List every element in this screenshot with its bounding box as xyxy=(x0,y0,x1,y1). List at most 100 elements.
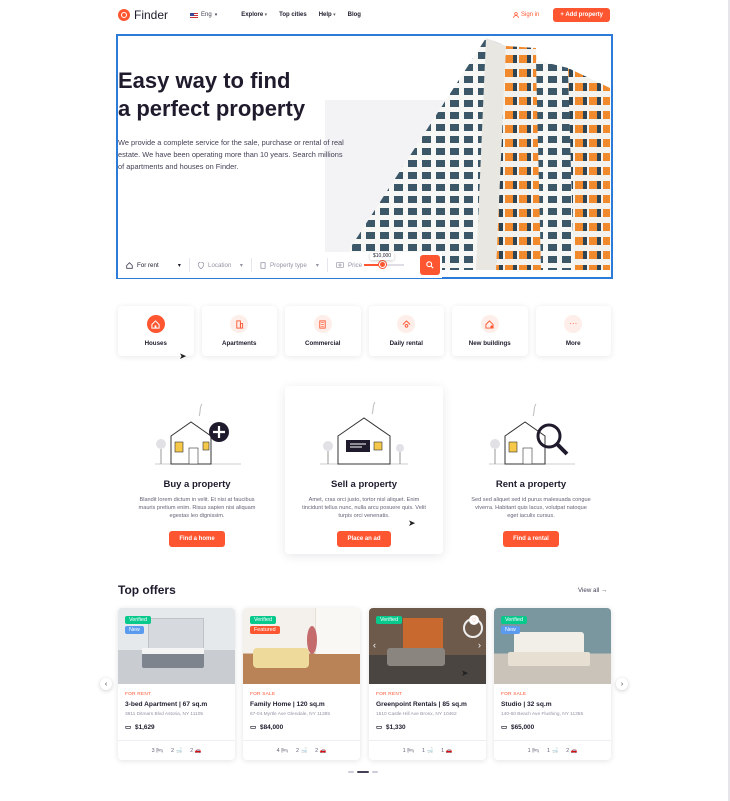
main-menu: Explore Top cities Help Blog xyxy=(241,12,361,18)
price-tooltip: $10,000 xyxy=(370,252,395,260)
beds-count: 1 🛏 xyxy=(402,748,414,754)
cash-icon: ▭ xyxy=(501,724,508,731)
menu-blog[interactable]: Blog xyxy=(348,12,361,18)
view-all-link[interactable]: View all → xyxy=(578,587,607,594)
price-value: $65,000 xyxy=(511,723,535,731)
sell-house-illustration xyxy=(320,401,408,465)
chevron-left-icon: ‹ xyxy=(104,680,108,688)
find-rental-button[interactable]: Find a rental xyxy=(503,531,559,547)
top-offers-heading: Top offers xyxy=(118,583,176,597)
chevron-down-icon: ▾ xyxy=(177,261,181,269)
category-daily-rental[interactable]: Daily rental xyxy=(368,306,444,356)
property-name[interactable]: 3-bed Apartment | 67 sq.m xyxy=(125,701,228,708)
cash-icon xyxy=(336,262,344,268)
verified-badge: Verified xyxy=(376,616,402,624)
user-icon xyxy=(513,12,519,18)
logo-text: Finder xyxy=(134,8,169,22)
property-card[interactable]: Verified ♡ ‹ › FOR RENT Greenpoint Renta… xyxy=(369,608,486,760)
category-commercial[interactable]: Commercial xyxy=(285,306,361,356)
pagination-dot[interactable] xyxy=(348,771,354,773)
pagination-dot-active[interactable] xyxy=(357,771,369,773)
bath-icon: 🛁 xyxy=(175,748,183,754)
price-value: $1,629 xyxy=(135,723,155,731)
property-card[interactable]: Verified Featured FOR SALE Family Home |… xyxy=(243,608,360,760)
property-features: 1 🛏 1 🛁 1 🚗 xyxy=(369,740,486,754)
top-navbar: Finder Eng ▾ Explore Top cities Help Blo… xyxy=(118,6,610,24)
property-card[interactable]: Verified New FOR SALE Studio | 32 sq.m 1… xyxy=(494,608,611,760)
price-slider-handle[interactable] xyxy=(378,261,386,268)
logo[interactable]: Finder xyxy=(118,8,168,22)
property-photo: Verified New xyxy=(494,608,611,684)
baths-count: 1 🛁 xyxy=(546,748,559,754)
verified-badge: Verified xyxy=(125,616,151,624)
carousel-next-button[interactable]: › xyxy=(616,678,628,690)
service-text: Blandit lorem dictum in velit. Et nisi a… xyxy=(138,497,256,519)
property-name[interactable]: Family Home | 120 sq.m xyxy=(250,701,353,708)
hero-title-line2: a perfect property xyxy=(118,96,306,121)
category-label: Houses xyxy=(144,340,167,347)
property-address: 1510 Castle Hill Ave Bronx, NY 10462 xyxy=(376,712,457,717)
property-features: 3 🛏 2 🛁 2 🚗 xyxy=(118,740,235,754)
property-features: 4 🛏 2 🛁 2 🚗 xyxy=(243,740,360,754)
menu-top-cities[interactable]: Top cities xyxy=(279,12,307,18)
cars-count: 2 🚗 xyxy=(315,748,327,754)
beds-count: 1 🛏 xyxy=(527,748,539,754)
listing-type: FOR SALE xyxy=(501,692,527,697)
chevron-down-icon: ▾ xyxy=(315,261,319,269)
price-filter: Price $10,000 xyxy=(328,252,408,272)
home-icon xyxy=(126,261,133,269)
service-rent: Rent a property Sed sed aliquet sed id p… xyxy=(452,386,610,554)
favorite-heart-button[interactable]: ♡ xyxy=(469,615,479,625)
property-search-bar: For rent ▾ Location ▾ Property type ▾ Pr… xyxy=(118,252,442,278)
menu-explore[interactable]: Explore xyxy=(241,12,267,18)
map-pin-icon xyxy=(198,261,204,269)
mouse-cursor-icon: ➤ xyxy=(461,668,469,678)
price-slider[interactable]: $10,000 xyxy=(364,252,404,268)
property-type-select[interactable]: Property type ▾ xyxy=(252,258,328,272)
language-selector[interactable]: Eng ▾ xyxy=(190,12,217,18)
property-name[interactable]: Studio | 32 sq.m xyxy=(501,701,604,708)
pagination-dot[interactable] xyxy=(372,771,378,773)
photo-next-button[interactable]: › xyxy=(478,640,481,650)
carousel-prev-button[interactable]: ‹ xyxy=(100,678,112,690)
add-property-button[interactable]: + Add property xyxy=(553,8,610,22)
rent-mode-select[interactable]: For rent ▾ xyxy=(118,258,190,272)
category-new-buildings[interactable]: New buildings xyxy=(452,306,528,356)
location-input[interactable]: Location ▾ xyxy=(190,258,252,272)
price-value: $84,000 xyxy=(260,723,284,731)
service-title: Buy a property xyxy=(163,479,231,490)
hero-title-line1: Easy way to find xyxy=(118,68,291,93)
category-apartments[interactable]: Apartments xyxy=(201,306,277,356)
place-ad-button[interactable]: Place an ad xyxy=(337,531,391,547)
service-title: Sell a property xyxy=(331,479,397,490)
property-name[interactable]: Greenpoint Rentals | 85 sq.m xyxy=(376,701,479,708)
us-flag-icon xyxy=(190,12,199,18)
cash-icon: ▭ xyxy=(250,724,257,731)
bed-icon: 🛏 xyxy=(532,748,539,754)
car-icon: 🚗 xyxy=(319,748,327,754)
cars-count: 2 🚗 xyxy=(566,748,578,754)
baths-count: 1 🛁 xyxy=(421,748,434,754)
arrow-right-icon: → xyxy=(600,587,608,594)
sign-in-link[interactable]: Sign in xyxy=(513,12,539,18)
property-price: ▭ $65,000 xyxy=(501,723,604,732)
category-houses[interactable]: Houses xyxy=(118,306,194,356)
bath-icon: 🛁 xyxy=(551,748,559,754)
search-button[interactable] xyxy=(420,255,440,275)
chevron-right-icon: › xyxy=(620,680,624,688)
listing-type: FOR SALE xyxy=(250,692,276,697)
location-placeholder: Location xyxy=(208,261,232,269)
hero-title: Easy way to find a perfect property xyxy=(118,67,338,123)
property-card[interactable]: Verified New FOR RENT 3-bed Apartment | … xyxy=(118,608,235,760)
find-home-button[interactable]: Find a home xyxy=(169,531,225,547)
car-icon: 🚗 xyxy=(445,748,453,754)
language-label: Eng xyxy=(201,12,212,18)
category-label: Commercial xyxy=(305,340,341,347)
property-address: 67-04 Myrtle Ave Glendale, NY 11385 xyxy=(250,712,330,717)
new-badge: New xyxy=(501,626,520,634)
cars-count: 2 🚗 xyxy=(190,748,202,754)
car-icon: 🚗 xyxy=(194,748,202,754)
photo-prev-button[interactable]: ‹ xyxy=(373,640,376,650)
category-more[interactable]: ··· More xyxy=(535,306,611,356)
menu-help[interactable]: Help xyxy=(319,12,336,18)
